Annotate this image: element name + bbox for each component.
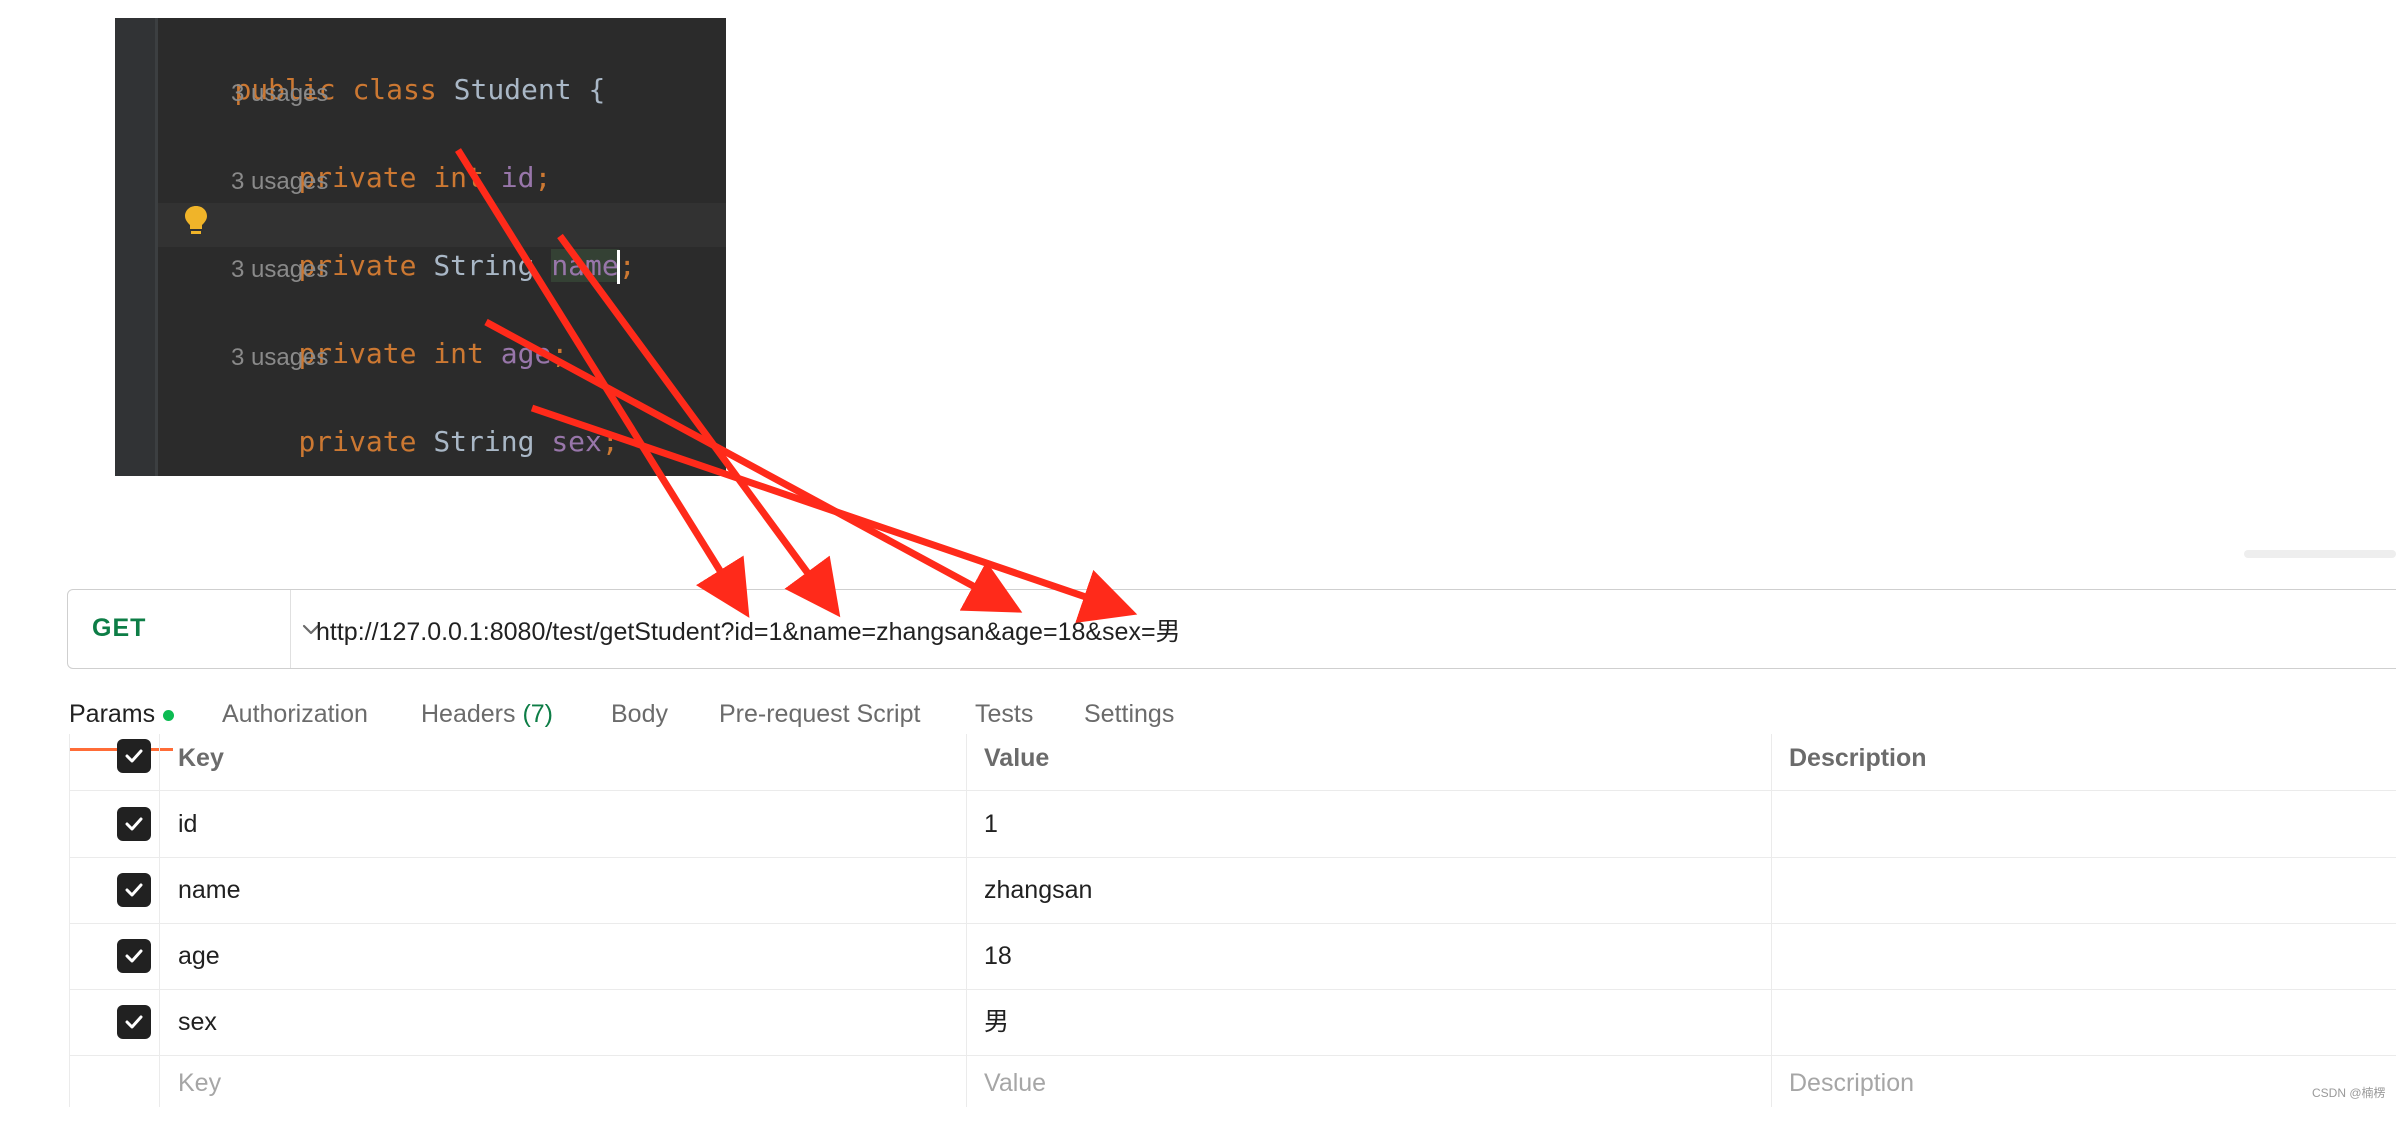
headers-count: (7) [522, 700, 554, 728]
row-checkbox[interactable] [117, 807, 151, 841]
field-name: id [500, 161, 535, 194]
tab-params[interactable]: Params [69, 700, 175, 729]
tab-tests[interactable]: Tests [975, 700, 1033, 729]
table-row[interactable]: name zhangsan [69, 857, 2396, 924]
usage-hint[interactable]: 3 usages [231, 250, 328, 290]
tab-label: Tests [975, 700, 1034, 728]
field-name: sex [551, 425, 602, 458]
table-row[interactable]: id 1 [69, 791, 2396, 858]
row-checkbox[interactable] [117, 939, 151, 973]
params-table: Key Value Description id 1 name zhangsan… [69, 734, 2396, 1107]
new-param-row[interactable]: Key Value Description [69, 1055, 2396, 1121]
keyword-class: class [352, 73, 437, 106]
usage-hint[interactable]: 3 usages [231, 338, 328, 378]
param-value[interactable]: zhangsan [984, 857, 1092, 923]
row-checkbox[interactable] [117, 873, 151, 907]
field-name: name [551, 249, 619, 282]
param-value[interactable]: 1 [984, 791, 998, 857]
field-type: String [433, 425, 535, 458]
param-key[interactable]: age [178, 923, 220, 989]
semicolon: ; [618, 249, 636, 282]
field-type: String [433, 249, 535, 282]
field-type: int [433, 161, 484, 194]
class-name: Student [453, 73, 572, 106]
table-row[interactable]: age 18 [69, 923, 2396, 990]
check-icon [125, 949, 143, 963]
tab-label: Headers [421, 700, 516, 728]
table-row[interactable]: sex 男 [69, 989, 2396, 1056]
editor-gutter [115, 18, 155, 476]
tab-label: Pre-request Script [719, 700, 921, 728]
param-value[interactable]: 18 [984, 923, 1012, 989]
field-type: int [433, 337, 484, 370]
tab-settings[interactable]: Settings [1084, 700, 1174, 729]
usage-hint[interactable]: 3 usages [231, 162, 328, 202]
open-brace: { [588, 73, 606, 106]
row-checkbox[interactable] [117, 1005, 151, 1039]
usage-hint[interactable]: 3 usages [231, 74, 328, 114]
gutter-separator [155, 18, 158, 476]
column-header-value: Value [984, 744, 1050, 772]
method-divider [290, 590, 291, 668]
check-icon [125, 883, 143, 897]
param-value[interactable]: 男 [984, 989, 1009, 1055]
select-all-checkbox[interactable] [117, 739, 151, 773]
modifier: private [298, 425, 417, 458]
field-name: age [500, 337, 552, 370]
watermark: CSDN @楠楞 [2312, 1086, 2386, 1100]
tab-authorization[interactable]: Authorization [222, 700, 368, 729]
new-description-input[interactable]: Description [1789, 1055, 1914, 1121]
tab-body[interactable]: Body [611, 700, 668, 729]
params-active-dot [163, 709, 175, 721]
tab-headers[interactable]: Headers (7) [421, 700, 553, 729]
column-header-key: Key [178, 744, 224, 772]
semicolon: ; [601, 425, 619, 458]
lightbulb-icon[interactable] [183, 204, 209, 240]
param-key[interactable]: name [178, 857, 241, 923]
tab-label: Params [69, 700, 156, 728]
code-editor: public class Student { 3 usages private … [115, 18, 726, 476]
field-sex-line[interactable]: private String sex; [231, 382, 619, 476]
semicolon: ; [534, 161, 552, 194]
new-value-input[interactable]: Value [984, 1055, 1046, 1121]
tab-label: Settings [1084, 700, 1175, 728]
param-key[interactable]: sex [178, 989, 217, 1055]
check-icon [125, 749, 143, 763]
method-label: GET [92, 614, 147, 642]
tab-label: Body [611, 700, 668, 728]
semicolon: ; [551, 337, 569, 370]
method-select[interactable]: GET [68, 590, 320, 668]
url-input[interactable]: http://127.0.0.1:8080/test/getStudent?id… [316, 612, 1181, 648]
check-icon [125, 1015, 143, 1029]
new-key-input[interactable]: Key [178, 1055, 221, 1121]
horizontal-scrollbar[interactable] [2244, 550, 2396, 558]
param-key[interactable]: id [178, 791, 197, 857]
tab-label: Authorization [222, 700, 368, 728]
request-bar: GET http://127.0.0.1:8080/test/getStuden… [67, 589, 2396, 669]
tab-pre-request-script[interactable]: Pre-request Script [719, 700, 920, 729]
table-header-row: Key Value Description [69, 734, 2396, 791]
check-icon [125, 817, 143, 831]
column-header-description: Description [1789, 744, 1927, 772]
